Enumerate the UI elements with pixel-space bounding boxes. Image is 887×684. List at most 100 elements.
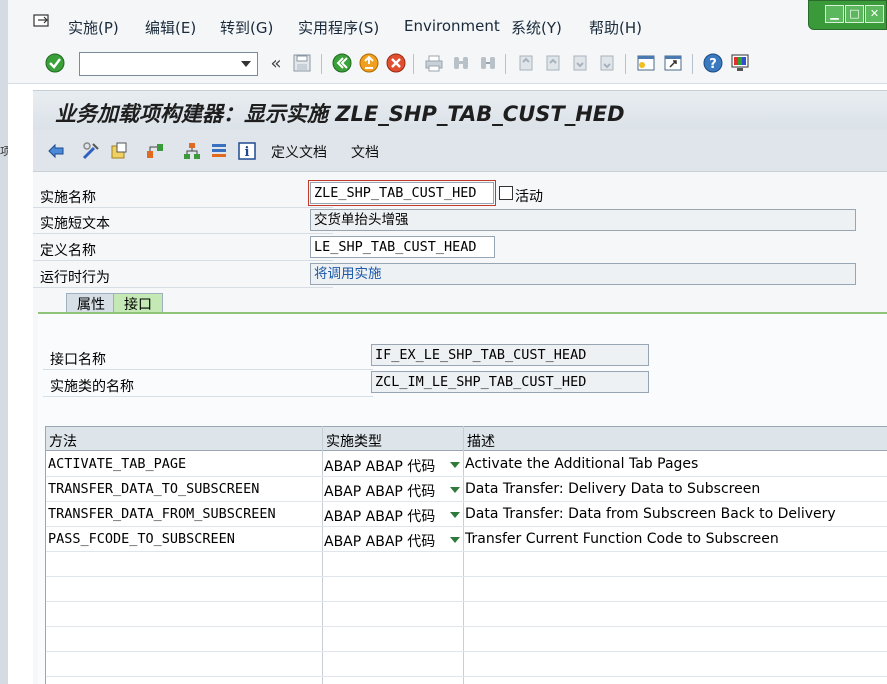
description-cell: Transfer Current Function Code to Subscr… [465, 531, 779, 547]
def-name-row: 定义名称 [33, 235, 333, 261]
impl-class-label: 实施类的名称 [50, 379, 134, 395]
column-header-impl-type[interactable]: 实施类型 [326, 431, 382, 451]
find-next-icon[interactable] [478, 53, 498, 73]
impl-class-row: 实施类的名称 [43, 371, 373, 397]
table-row[interactable]: TRANSFER_DATA_FROM_SUBSCREEN ABAP ABAP 代… [46, 502, 887, 527]
next-page-icon[interactable] [570, 53, 590, 73]
menu-system[interactable]: 系统(Y) [511, 17, 562, 38]
def-name-field[interactable]: LE_SHP_TAB_CUST_HEAD [310, 236, 495, 258]
toolbar-separator [413, 54, 414, 74]
command-input[interactable] [80, 53, 235, 75]
short-text-row: 实施短文本 [33, 208, 333, 234]
method-cell[interactable]: TRANSFER_DATA_TO_SUBSCREEN [48, 481, 259, 497]
impl-name-field[interactable]: ZLE_SHP_TAB_CUST_HED [308, 180, 496, 206]
hierarchy-icon[interactable] [182, 141, 202, 161]
description-cell: Data Transfer: Data from Subscreen Back … [465, 506, 836, 522]
create-session-icon[interactable] [636, 53, 656, 73]
help-icon[interactable]: ? [703, 53, 723, 73]
toolbar-separator [505, 54, 506, 74]
table-row-empty[interactable] [46, 652, 887, 677]
impl-name-label: 实施名称 [40, 190, 96, 206]
menu-environment[interactable]: Environment [404, 17, 500, 35]
shortcut-icon[interactable] [663, 53, 683, 73]
maximize-icon[interactable]: □ [845, 5, 864, 23]
info-icon[interactable]: i [237, 141, 257, 161]
iface-name-field[interactable]: IF_EX_LE_SHP_TAB_CUST_HEAD [371, 344, 649, 366]
print-icon[interactable] [424, 53, 444, 73]
active-checkbox[interactable] [499, 186, 513, 200]
table-header: 方法 实施类型 描述 [46, 426, 887, 451]
impl-type-cell[interactable]: ABAP ABAP 代码 [324, 456, 435, 476]
description-cell: Activate the Additional Tab Pages [465, 456, 699, 472]
save-icon[interactable] [292, 53, 312, 73]
chevron-down-icon[interactable] [450, 537, 460, 543]
table-row-empty[interactable] [46, 627, 887, 652]
table-row[interactable]: PASS_FCODE_TO_SUBSCREEN ABAP ABAP 代码 Tra… [46, 527, 887, 552]
command-field[interactable] [79, 52, 258, 76]
runtime-row: 运行时行为 [33, 262, 333, 288]
chevron-down-icon[interactable] [241, 61, 251, 67]
column-header-description[interactable]: 描述 [467, 431, 495, 451]
enter-check-icon[interactable] [45, 53, 65, 73]
menu-utilities[interactable]: 实用程序(S) [298, 17, 379, 38]
screen-title-bar: 业务加载项构建器：显示实施 ZLE_SHP_TAB_CUST_HED [33, 90, 887, 130]
switch-back-icon[interactable] [46, 141, 66, 161]
method-cell[interactable]: PASS_FCODE_TO_SUBSCREEN [48, 531, 235, 547]
impl-type-cell[interactable]: ABAP ABAP 代码 [324, 481, 435, 501]
short-text-field[interactable]: 交货单抬头增强 [310, 209, 856, 231]
menu-bar: 实施(P) 编辑(E) 转到(G) 实用程序(S) Environment 系统… [8, 0, 887, 44]
where-used-icon[interactable] [209, 141, 229, 161]
display-change-icon[interactable] [81, 141, 101, 161]
impl-type-cell[interactable]: ABAP ABAP 代码 [324, 531, 435, 551]
find-icon[interactable] [451, 53, 471, 73]
toolbar-separator [692, 54, 693, 74]
runtime-field[interactable]: 将调用实施 [310, 263, 856, 285]
method-cell[interactable]: ACTIVATE_TAB_PAGE [48, 456, 186, 472]
first-page-icon[interactable] [516, 53, 536, 73]
chevron-down-icon[interactable] [450, 512, 460, 518]
sap-menu-icon[interactable] [33, 14, 51, 28]
standard-toolbar: « ? [8, 44, 887, 84]
table-row-empty[interactable] [46, 602, 887, 627]
impl-type-cell[interactable]: ABAP ABAP 代码 [324, 506, 435, 526]
impl-name-row: 实施名称 [33, 182, 333, 208]
last-page-icon[interactable] [597, 53, 617, 73]
method-cell[interactable]: TRANSFER_DATA_FROM_SUBSCREEN [48, 506, 276, 522]
table-row[interactable]: TRANSFER_DATA_TO_SUBSCREEN ABAP ABAP 代码 … [46, 477, 887, 502]
back-icon[interactable] [332, 53, 352, 73]
object-list-icon[interactable] [145, 141, 165, 161]
menu-goto[interactable]: 转到(G) [220, 17, 273, 38]
chevron-down-icon[interactable] [450, 462, 460, 468]
table-row-empty[interactable] [46, 552, 887, 577]
short-text-label: 实施短文本 [40, 216, 110, 232]
runtime-label: 运行时行为 [40, 270, 110, 286]
other-object-icon[interactable] [109, 141, 129, 161]
chevron-down-icon[interactable] [450, 487, 460, 493]
clipped-text-fragment: 项 [0, 145, 8, 158]
window-controls: ▁ □ ✕ [808, 0, 887, 30]
left-window-edge: 项 [0, 0, 8, 684]
impl-class-field[interactable]: ZCL_IM_LE_SHP_TAB_CUST_HED [371, 371, 649, 393]
toolbar-separator [625, 54, 626, 74]
main-content: 实施名称 ZLE_SHP_TAB_CUST_HED 活动 实施短文本 交货单抬头… [33, 172, 887, 684]
menu-implementation[interactable]: 实施(P) [68, 17, 119, 38]
previous-page-icon[interactable] [543, 53, 563, 73]
doc-button[interactable]: 文档 [351, 142, 379, 162]
close-icon[interactable]: ✕ [865, 5, 884, 23]
cancel-icon[interactable] [386, 53, 406, 73]
column-header-method[interactable]: 方法 [49, 431, 77, 451]
toolbar-separator [321, 54, 322, 74]
table-row-empty[interactable] [46, 577, 887, 602]
customize-layout-icon[interactable] [730, 53, 750, 73]
minimize-icon[interactable]: ▁ [825, 5, 844, 23]
collapse-arrows-icon[interactable]: « [266, 53, 286, 74]
menu-edit[interactable]: 编辑(E) [145, 17, 196, 38]
exit-icon[interactable] [359, 53, 379, 73]
table-row[interactable]: ACTIVATE_TAB_PAGE ABAP ABAP 代码 Activate … [46, 452, 887, 477]
menu-help[interactable]: 帮助(H) [589, 17, 642, 38]
define-doc-button[interactable]: 定义文档 [271, 142, 327, 162]
iface-name-row: 接口名称 [43, 344, 373, 370]
page-title: 业务加载项构建器：显示实施 ZLE_SHP_TAB_CUST_HED [55, 102, 625, 126]
methods-table: 方法 实施类型 描述 ACTIVATE_TAB_PAGE ABAP ABAP 代… [45, 426, 887, 684]
iface-name-label: 接口名称 [50, 352, 106, 368]
